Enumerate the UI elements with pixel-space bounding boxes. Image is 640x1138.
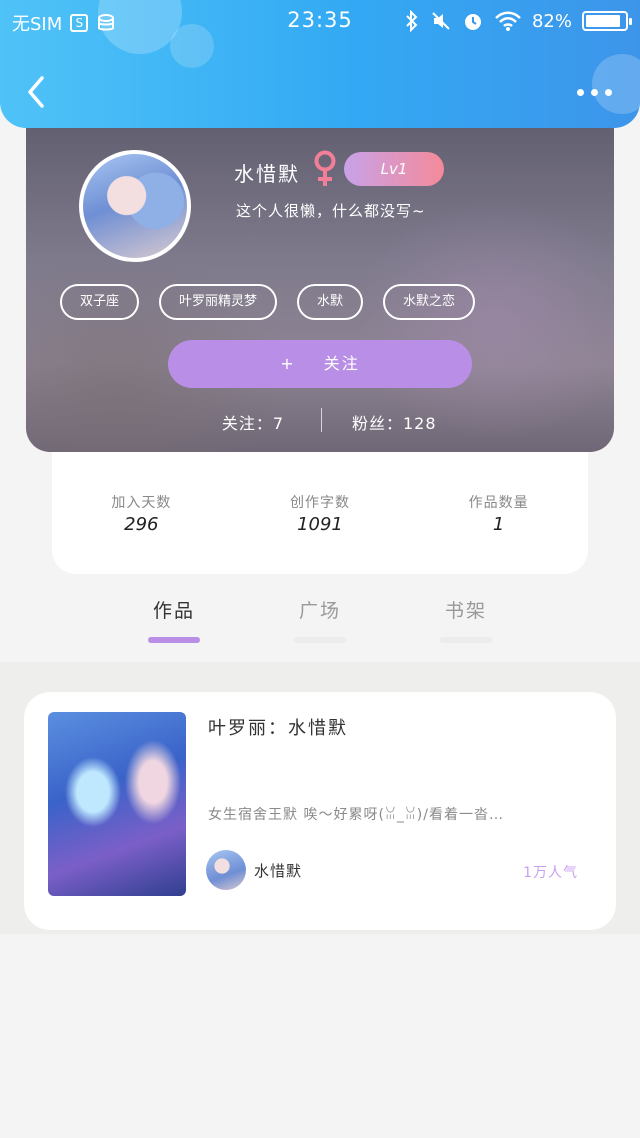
tag-chip[interactable]: 叶罗丽精灵梦 <box>159 284 278 320</box>
battery-percent: 82% <box>531 10 572 32</box>
follow-counts: 关注：7 粉丝：128 <box>26 406 614 436</box>
author-name[interactable]: 水惜默 <box>254 860 302 881</box>
stat-join-days: 加入天数 296 <box>71 492 211 574</box>
stat-word-count: 创作字数 1091 <box>250 492 390 574</box>
dot-icon <box>604 88 612 96</box>
dot-icon <box>576 88 584 96</box>
tab-label: 作品 <box>152 600 195 622</box>
stat-label: 加入天数 <box>111 495 172 511</box>
status-bar: 无SIM S 23:35 82% <box>0 0 640 42</box>
tab-bookshelf[interactable]: 书架 <box>426 596 506 643</box>
stat-value: 1 <box>492 514 505 535</box>
alarm-icon <box>464 14 481 30</box>
tab-label: 广场 <box>298 600 341 622</box>
stat-value: 296 <box>124 514 159 535</box>
profile-avatar[interactable] <box>79 150 191 262</box>
profile-card: 水惜默 Lv1 这个人很懒，什么都没写~ 双子座 叶罗丽精灵梦 水默 水默之恋 … <box>26 100 614 452</box>
tab-indicator <box>294 637 346 643</box>
wifi-icon <box>495 11 521 31</box>
back-button[interactable] <box>22 74 52 110</box>
tab-square[interactable]: 广场 <box>280 596 360 643</box>
chevron-left-icon <box>28 76 44 108</box>
work-description: 女生宿舍王默 唉～好累呀(ꈍ_ꈍ)/看着一沓… <box>208 807 504 823</box>
work-card[interactable]: 叶罗丽：水惜默 女生宿舍王默 唉～好累呀(ꈍ_ꈍ)/看着一沓… 水惜默 1万人气 <box>24 692 616 930</box>
username: 水惜默 <box>234 162 300 186</box>
tag-chip[interactable]: 水默之恋 <box>383 284 476 320</box>
stat-label: 作品数量 <box>468 495 529 511</box>
fans-count[interactable]: 粉丝：128 <box>352 410 437 434</box>
bio-text: 这个人很懒，什么都没写~ <box>236 202 426 220</box>
stats-card: 加入天数 296 创作字数 1091 作品数量 1 <box>52 440 588 574</box>
stat-works-count: 作品数量 1 <box>429 492 569 574</box>
tab-indicator <box>440 637 492 643</box>
divider <box>321 408 322 432</box>
bluetooth-icon <box>406 10 418 32</box>
stat-value: 1091 <box>297 514 343 535</box>
work-cover-image[interactable] <box>48 712 186 896</box>
level-badge: Lv1 <box>344 152 444 186</box>
follow-button[interactable]: + 关注 <box>168 340 472 388</box>
following-count[interactable]: 关注：7 <box>222 410 284 434</box>
mute-icon <box>432 12 450 30</box>
tab-works[interactable]: 作品 <box>134 596 214 643</box>
stat-label: 创作字数 <box>289 495 350 511</box>
tag-chip[interactable]: 水默 <box>297 284 364 320</box>
follow-label: 关注 <box>323 354 360 373</box>
work-title: 叶罗丽：水惜默 <box>208 718 348 739</box>
tag-list: 双子座 叶罗丽精灵梦 水默 水默之恋 <box>60 284 476 320</box>
tab-indicator <box>148 637 200 643</box>
popularity-count: 1万人气 <box>523 865 578 881</box>
content-tabs: 作品 广场 书架 <box>0 596 640 656</box>
author-avatar[interactable] <box>206 850 246 890</box>
dot-icon <box>590 88 598 96</box>
more-options-button[interactable] <box>574 84 614 100</box>
tag-chip[interactable]: 双子座 <box>60 284 140 320</box>
tab-label: 书架 <box>444 600 487 622</box>
battery-icon <box>582 11 632 31</box>
plus-icon: + <box>280 354 296 373</box>
female-gender-icon <box>314 150 336 186</box>
header-bar: 无SIM S 23:35 82% <box>0 0 640 128</box>
